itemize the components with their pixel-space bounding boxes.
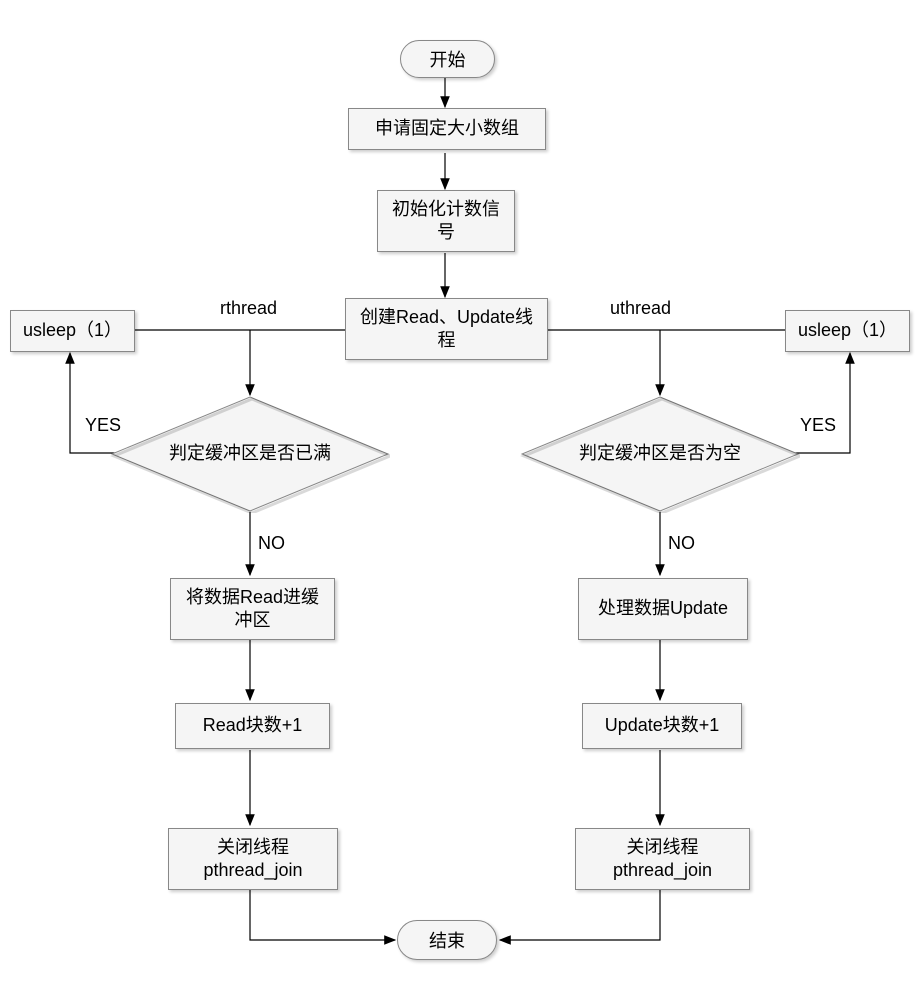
read-into-buffer-label: 将数据Read进缓冲区: [179, 586, 326, 633]
alloc-array-label: 申请固定大小数组: [375, 117, 519, 140]
read-into-buffer-process: 将数据Read进缓冲区: [170, 578, 335, 640]
rthread-label: rthread: [220, 298, 277, 319]
start-terminal: 开始: [400, 40, 495, 78]
no-left-label: NO: [258, 533, 285, 554]
no-right-label: NO: [668, 533, 695, 554]
process-update-label: 处理数据Update: [598, 597, 728, 620]
usleep-left-process: usleep（1）: [10, 310, 135, 352]
yes-right-label: YES: [800, 415, 836, 436]
end-terminal: 结束: [397, 920, 497, 960]
close-left-process: 关闭线程pthread_join: [168, 828, 338, 890]
start-label: 开始: [430, 46, 466, 72]
buffer-empty-label: 判定缓冲区是否为空: [579, 442, 741, 465]
update-inc-process: Update块数+1: [582, 703, 742, 749]
buffer-empty-decision: 判定缓冲区是否为空: [520, 395, 800, 513]
buffer-full-decision: 判定缓冲区是否已满: [110, 395, 390, 513]
init-counter-process: 初始化计数信号: [377, 190, 515, 252]
close-right-label: 关闭线程pthread_join: [584, 836, 741, 883]
buffer-full-label: 判定缓冲区是否已满: [169, 442, 331, 465]
update-inc-label: Update块数+1: [605, 714, 720, 737]
yes-left-label: YES: [85, 415, 121, 436]
close-left-label: 关闭线程pthread_join: [177, 836, 329, 883]
create-threads-process: 创建Read、Update线程: [345, 298, 548, 360]
usleep-right-label: usleep（1）: [798, 319, 897, 342]
flowchart-canvas: 开始 申请固定大小数组 初始化计数信号 创建Read、Update线程 usle…: [0, 0, 921, 1000]
create-threads-label: 创建Read、Update线程: [354, 306, 539, 353]
process-update-process: 处理数据Update: [578, 578, 748, 640]
alloc-array-process: 申请固定大小数组: [348, 108, 546, 150]
read-inc-label: Read块数+1: [203, 714, 303, 737]
read-inc-process: Read块数+1: [175, 703, 330, 749]
usleep-left-label: usleep（1）: [23, 319, 122, 342]
uthread-label: uthread: [610, 298, 671, 319]
usleep-right-process: usleep（1）: [785, 310, 910, 352]
init-counter-label: 初始化计数信号: [386, 198, 506, 245]
end-label: 结束: [429, 927, 465, 953]
close-right-process: 关闭线程pthread_join: [575, 828, 750, 890]
